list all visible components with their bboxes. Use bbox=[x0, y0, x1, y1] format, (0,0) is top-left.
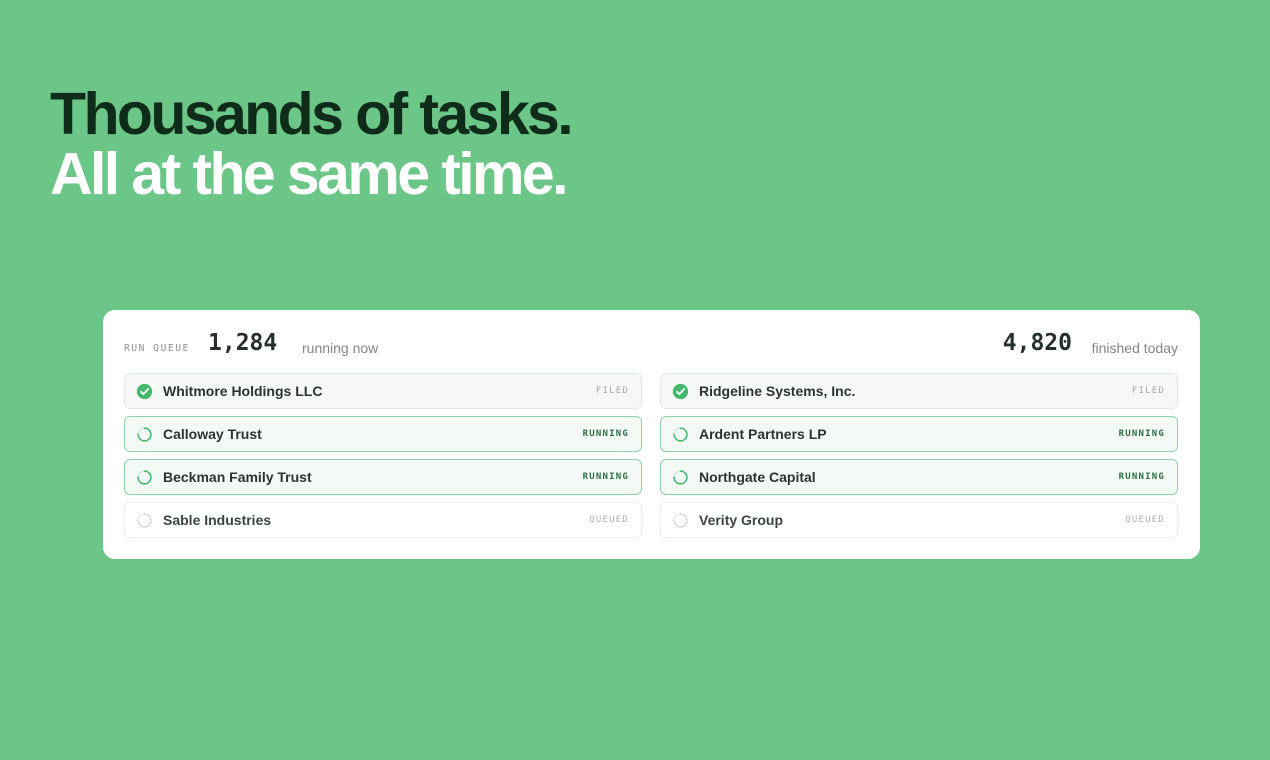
running-label: running now bbox=[302, 340, 379, 356]
task-list: Whitmore Holdings LLC FILED Ridgeline Sy… bbox=[124, 373, 1178, 538]
task-name: Northgate Capital bbox=[699, 469, 816, 485]
spinner-icon bbox=[673, 469, 688, 485]
task-row[interactable]: Ardent Partners LP RUNNING bbox=[660, 416, 1178, 452]
hero-headline: Thousands of tasks. All at the same time… bbox=[50, 81, 574, 207]
task-name: Ardent Partners LP bbox=[699, 426, 827, 442]
task-row[interactable]: Ridgeline Systems, Inc. FILED bbox=[660, 373, 1178, 409]
run-queue-card: RUN QUEUE 1,284 running now 4,820 finish… bbox=[103, 310, 1200, 559]
run-queue-label: RUN QUEUE bbox=[124, 343, 190, 354]
task-status-badge: RUNNING bbox=[1118, 472, 1165, 482]
check-circle-icon bbox=[672, 383, 689, 399]
task-name: Whitmore Holdings LLC bbox=[163, 383, 323, 399]
task-name: Calloway Trust bbox=[163, 426, 262, 442]
spinner-idle-icon bbox=[673, 512, 688, 528]
task-row[interactable]: Verity Group QUEUED bbox=[660, 502, 1178, 538]
task-name: Verity Group bbox=[699, 512, 784, 528]
task-status-badge: QUEUED bbox=[1125, 515, 1165, 525]
spinner-icon bbox=[137, 469, 152, 485]
task-row[interactable]: Beckman Family Trust RUNNING bbox=[124, 459, 642, 495]
task-row[interactable]: Whitmore Holdings LLC FILED bbox=[124, 373, 642, 409]
task-status-badge: RUNNING bbox=[1118, 429, 1165, 439]
spinner-icon bbox=[673, 426, 688, 442]
task-status-badge: FILED bbox=[595, 386, 629, 396]
finished-label: finished today bbox=[1091, 340, 1178, 356]
task-status-badge: RUNNING bbox=[582, 472, 629, 482]
task-row[interactable]: Northgate Capital RUNNING bbox=[660, 459, 1178, 495]
run-queue-header: RUN QUEUE 1,284 running now 4,820 finish… bbox=[124, 328, 1178, 368]
task-row[interactable]: Sable Industries QUEUED bbox=[124, 502, 642, 538]
task-name: Beckman Family Trust bbox=[163, 469, 312, 485]
headline-line-1: Thousands of tasks. bbox=[50, 81, 574, 147]
running-count: 1,284 bbox=[208, 330, 278, 356]
spinner-idle-icon bbox=[137, 512, 152, 528]
spinner-icon bbox=[137, 426, 152, 442]
task-name: Ridgeline Systems, Inc. bbox=[699, 383, 856, 399]
finished-count: 4,820 bbox=[1002, 330, 1072, 356]
task-name: Sable Industries bbox=[163, 512, 272, 528]
task-status-badge: QUEUED bbox=[589, 515, 629, 525]
task-row[interactable]: Calloway Trust RUNNING bbox=[124, 416, 642, 452]
task-status-badge: FILED bbox=[1131, 386, 1165, 396]
check-circle-icon bbox=[136, 383, 153, 399]
task-status-badge: RUNNING bbox=[582, 429, 629, 439]
headline-line-2: All at the same time. bbox=[50, 141, 569, 207]
